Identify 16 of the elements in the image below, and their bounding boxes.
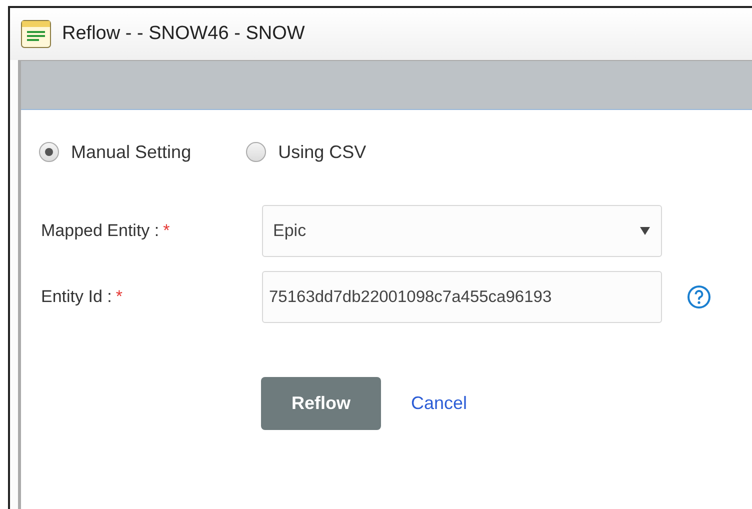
radio-option[interactable]: Manual Setting (39, 138, 192, 166)
field-label: Mapped Entity : (41, 220, 160, 242)
radio-option[interactable]: Using CSV (246, 138, 366, 166)
entity-dropdown[interactable]: Epic (262, 205, 662, 257)
help-icon[interactable] (687, 285, 711, 309)
radio-icon[interactable] (246, 142, 266, 162)
required-mark: * (116, 286, 122, 308)
entity-id-field[interactable]: 75163dd7db22001098c7a455ca96193 (262, 271, 662, 323)
caret-icon (639, 226, 651, 236)
reflow-button[interactable]: Reflow (261, 377, 381, 430)
required-mark: * (163, 220, 170, 242)
radio-icon[interactable] (39, 142, 59, 162)
window-title: Reflow - - SNOW46 - SNOW (62, 22, 305, 46)
cancel-link[interactable]: Cancel (411, 390, 468, 417)
field-label: Entity Id : (41, 286, 112, 308)
window-icon (20, 18, 52, 50)
